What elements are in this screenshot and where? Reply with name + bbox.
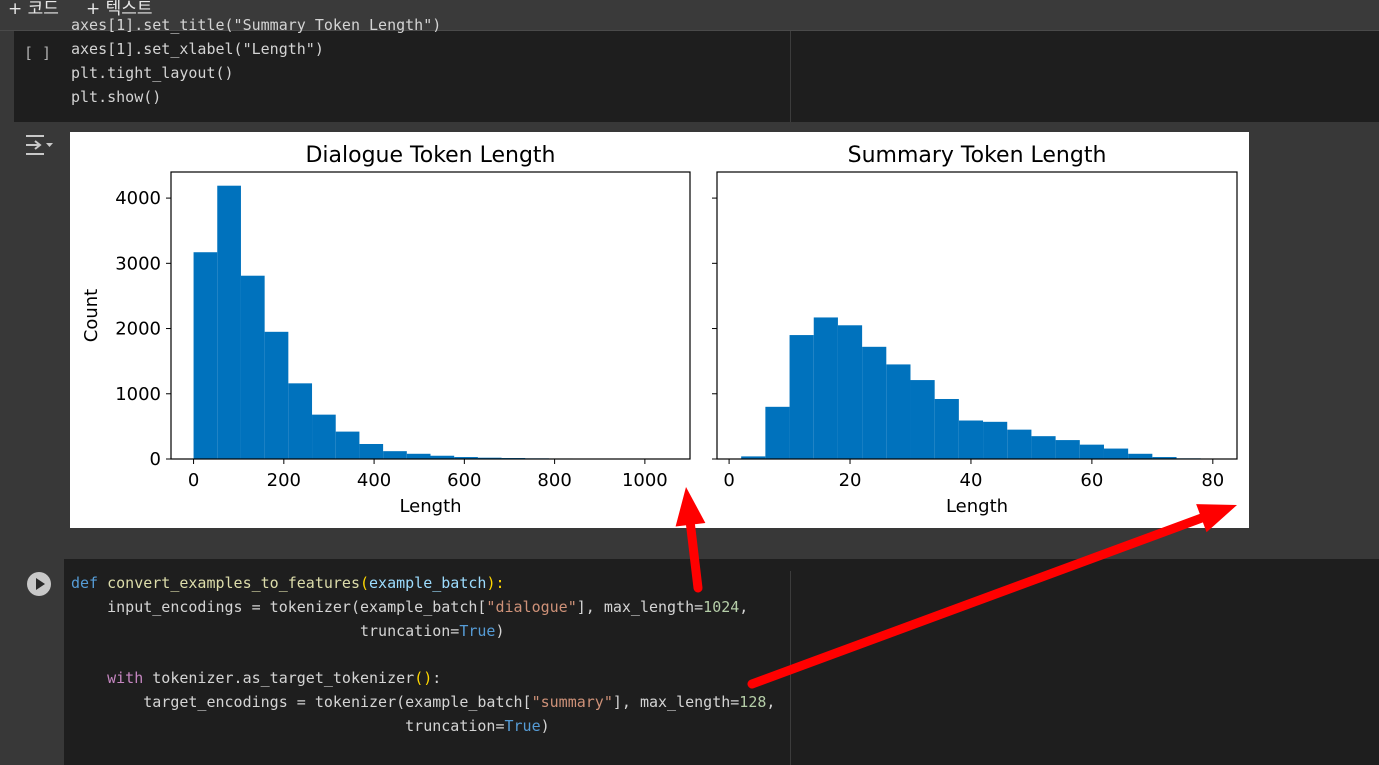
keyword: def — [71, 574, 99, 592]
y-axis-label: Count — [81, 289, 102, 342]
code-line-target-encodings: target_encodings = tokenizer(example_bat… — [71, 691, 775, 715]
histogram-bar — [335, 431, 360, 459]
y-tick-label: 1000 — [115, 384, 161, 405]
code-text: ) — [540, 717, 550, 735]
histogram-bar — [910, 380, 935, 459]
code-text: input_encodings = tokenizer(example_batc… — [71, 598, 487, 616]
y-tick-label: 2000 — [115, 319, 161, 340]
code-text: , — [739, 598, 749, 616]
x-tick-label: 0 — [723, 470, 734, 491]
y-tick-label: 0 — [150, 449, 161, 470]
param: example_batch — [369, 574, 487, 592]
histogram-bar — [765, 406, 790, 459]
code-text: truncation= — [71, 622, 460, 640]
keyword: True — [459, 622, 496, 640]
histogram-bar — [886, 364, 911, 459]
histogram-bar — [406, 453, 431, 459]
chart-title: Summary Token Length — [848, 143, 1107, 168]
histogram-bar — [312, 414, 336, 459]
histogram-bar — [1079, 444, 1104, 459]
code-text: ], max_length= — [612, 693, 740, 711]
histogram-bar — [1007, 429, 1032, 459]
histogram-bar — [193, 252, 218, 459]
y-tick-label: 4000 — [115, 188, 161, 209]
x-tick-label: 400 — [357, 470, 391, 491]
code-line-truncation-1: truncation=True) — [71, 620, 505, 644]
code-line-with: with tokenizer.as_target_tokenizer(): — [71, 667, 441, 691]
number: 128 — [739, 693, 767, 711]
x-axis-label: Length — [399, 496, 461, 517]
string: "summary" — [531, 693, 613, 711]
x-tick-label: 0 — [188, 470, 199, 491]
histogram-figure: Dialogue Token LengthLength0 200 400 600 800… — [81, 143, 1238, 517]
histogram-bar — [1103, 448, 1129, 459]
output-toggle-icon[interactable] — [24, 132, 54, 158]
histogram-bar — [264, 331, 289, 459]
code-text: target_encodings = tokenizer(example_bat… — [71, 693, 532, 711]
code-line-1: axes[1].set_title("Summary Token Length"… — [71, 16, 442, 34]
code-text: ], max_length= — [576, 598, 704, 616]
histogram-bar — [383, 451, 407, 459]
histogram-bar — [1031, 436, 1056, 459]
code-line-input-encodings: input_encodings = tokenizer(example_batc… — [71, 596, 748, 620]
x-tick-label: 80 — [1201, 470, 1224, 491]
histogram-bar — [240, 275, 265, 459]
x-tick-label: 60 — [1080, 470, 1103, 491]
histogram-bar — [983, 421, 1008, 459]
code-line-4: plt.show() — [71, 88, 162, 106]
histogram-bar — [1055, 440, 1080, 459]
histogram-bar — [958, 420, 984, 459]
chart-title: Dialogue Token Length — [305, 143, 555, 168]
x-tick-label: 600 — [447, 470, 481, 491]
keyword: with — [71, 669, 144, 687]
cell-divider — [790, 31, 791, 122]
code-text: tokenizer.as_target_tokenizer — [143, 669, 415, 687]
histogram-bar — [1128, 453, 1153, 459]
code-text: ) — [495, 622, 505, 640]
histogram-bar — [217, 185, 241, 459]
string: "dialogue" — [486, 598, 577, 616]
run-cell-button[interactable] — [27, 572, 51, 596]
code-line-truncation-2: truncation=True) — [71, 715, 550, 739]
code-text: truncation= — [71, 717, 505, 735]
histogram-bar — [288, 383, 313, 459]
plot-output: Dialogue Token Length Length 0 200 400 600 800… — [70, 132, 1249, 528]
cell-divider — [790, 571, 791, 765]
paren: () — [414, 669, 433, 687]
paren: ( — [360, 574, 370, 592]
x-tick-label: 200 — [267, 470, 301, 491]
code-text: : — [432, 669, 442, 687]
histogram-bar — [789, 335, 814, 459]
histogram-bar — [862, 346, 887, 459]
histogram-bar — [934, 398, 959, 459]
number: 1024 — [703, 598, 740, 616]
add-code-button[interactable]: + 코드 — [8, 0, 59, 19]
histogram-bar — [813, 317, 838, 459]
x-axis-label: Length — [946, 496, 1008, 517]
function-name: convert_examples_to_features — [107, 574, 360, 592]
x-tick-label: 20 — [839, 470, 862, 491]
keyword: True — [504, 717, 541, 735]
code-line-def: def convert_examples_to_features(example… — [71, 572, 505, 596]
code-line-2: axes[1].set_xlabel("Length") — [71, 40, 324, 58]
histogram-bar — [359, 443, 384, 459]
code-text: , — [766, 693, 776, 711]
paren: ): — [486, 574, 505, 592]
code-line-3: plt.tight_layout() — [71, 64, 234, 82]
x-tick-label: 40 — [960, 470, 983, 491]
x-tick-label: 800 — [537, 470, 571, 491]
x-tick-label: 1000 — [622, 470, 668, 491]
y-tick-label: 3000 — [115, 253, 161, 274]
cell-run-indicator[interactable]: [ ] — [24, 44, 51, 62]
histogram-bar — [837, 325, 863, 459]
